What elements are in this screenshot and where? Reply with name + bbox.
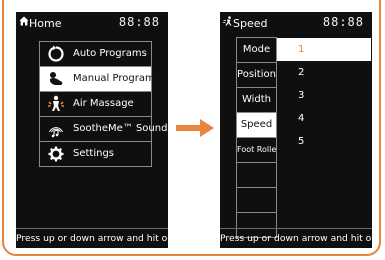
home-header: Home 88:88 [16, 12, 168, 34]
settings-gear-icon [48, 146, 64, 162]
air-massage-icon [48, 95, 64, 111]
tab-width[interactable]: Width [236, 87, 277, 113]
speed-values-list: 1 2 3 4 5 [277, 38, 371, 153]
main-menu: Auto Programs Manual Program Air Massage [39, 41, 173, 167]
speed-header: Speed 88:88 [220, 12, 372, 34]
speed-icon [223, 16, 232, 26]
speed-screen: Speed 88:88 Mode Position Width Speed Fo… [220, 12, 377, 248]
tab-position[interactable]: Position [236, 62, 277, 88]
menu-item-label: Settings [73, 148, 115, 159]
menu-item-air-massage[interactable]: Air Massage [39, 91, 152, 117]
menu-item-label: Auto Programs [73, 48, 147, 59]
setting-tabs: Mode Position Width Speed Foot Rollers [236, 37, 277, 238]
home-icon [19, 16, 29, 26]
instruction-footer: Press up or down arrow and hit ok [220, 228, 377, 248]
auto-programs-icon [48, 45, 64, 62]
instruction-footer: Press up or down arrow and hit ok [16, 228, 173, 248]
tab-empty [236, 162, 277, 188]
clock-display: 88:88 [118, 15, 160, 29]
menu-item-label: Air Massage [73, 98, 134, 109]
tab-mode[interactable]: Mode [236, 37, 277, 63]
speed-option-1[interactable]: 1 [277, 38, 371, 61]
tab-speed[interactable]: Speed [236, 112, 277, 138]
menu-item-label: Manual Program [73, 73, 155, 84]
home-screen: Home 88:88 Auto Programs Manual Program [16, 12, 173, 248]
speed-option-4[interactable]: 4 [277, 107, 371, 130]
right-arrow-icon [176, 119, 214, 137]
menu-item-manual-program[interactable]: Manual Program [39, 66, 155, 92]
speed-option-2[interactable]: 2 [277, 61, 371, 84]
tab-empty [236, 187, 277, 213]
speed-option-3[interactable]: 3 [277, 84, 371, 107]
menu-item-soothe-sounds[interactable]: SootheMe™ Sounds [39, 116, 173, 142]
screen-title: Home [29, 17, 62, 30]
tab-foot-rollers[interactable]: Foot Rollers [236, 137, 277, 163]
clock-display: 88:88 [322, 15, 364, 29]
menu-item-settings[interactable]: Settings [39, 141, 152, 167]
menu-item-auto-programs[interactable]: Auto Programs [39, 41, 152, 67]
speed-option-5[interactable]: 5 [277, 130, 371, 153]
menu-item-label: SootheMe™ Sounds [73, 123, 173, 134]
soothe-sounds-icon [49, 127, 63, 138]
screen-title: Speed [233, 17, 268, 30]
manual-program-icon [50, 72, 63, 85]
